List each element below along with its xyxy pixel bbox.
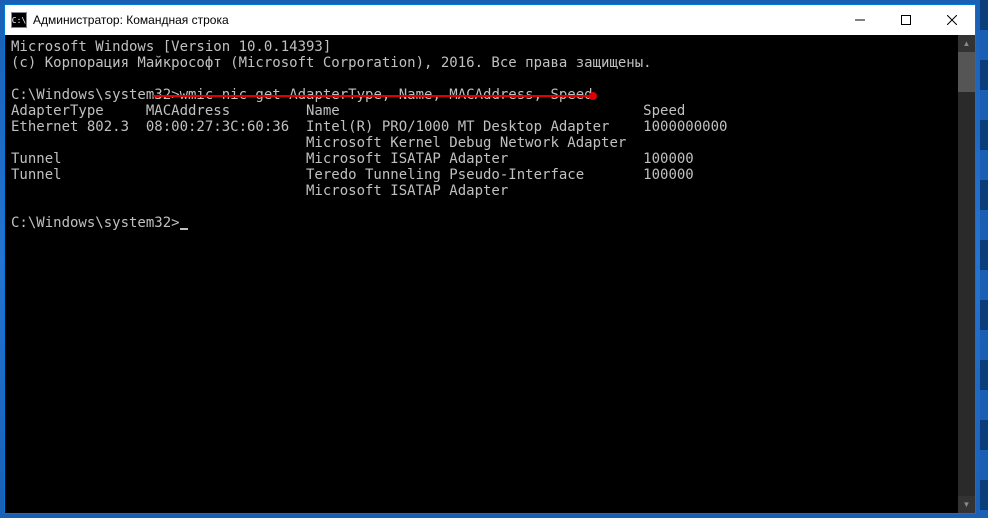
copyright-line: (c) Корпорация Майкрософт (Microsoft Cor… xyxy=(11,55,652,71)
window-title: Администратор: Командная строка xyxy=(33,13,837,27)
scrollbar-thumb[interactable] xyxy=(958,52,975,92)
desktop-background-edge xyxy=(980,0,988,518)
close-button[interactable] xyxy=(929,5,975,35)
cursor xyxy=(180,228,188,230)
prompt-2: C:\Windows\system32> xyxy=(11,215,180,231)
titlebar-buttons xyxy=(837,5,975,35)
command-prompt-window: C:\ Администратор: Командная строка Micr… xyxy=(4,4,976,514)
minimize-button[interactable] xyxy=(837,5,883,35)
vertical-scrollbar[interactable]: ▲ ▼ xyxy=(958,35,975,513)
titlebar[interactable]: C:\ Администратор: Командная строка xyxy=(5,5,975,35)
scrollbar-up-button[interactable]: ▲ xyxy=(958,35,975,52)
table-header: AdapterType MACAddress Name Speed xyxy=(11,103,685,119)
scrollbar-track[interactable] xyxy=(958,52,975,496)
version-line: Microsoft Windows [Version 10.0.14393] xyxy=(11,39,331,55)
cmd-icon: C:\ xyxy=(11,12,27,28)
annotation-underline xyxy=(153,95,593,97)
maximize-button[interactable] xyxy=(883,5,929,35)
table-rows: Ethernet 802.3 08:00:27:3C:60:36 Intel(R… xyxy=(11,119,727,199)
scrollbar-down-button[interactable]: ▼ xyxy=(958,496,975,513)
annotation-dot xyxy=(589,92,597,100)
console-area[interactable]: Microsoft Windows [Version 10.0.14393] (… xyxy=(5,35,975,513)
console-output: Microsoft Windows [Version 10.0.14393] (… xyxy=(5,35,975,235)
